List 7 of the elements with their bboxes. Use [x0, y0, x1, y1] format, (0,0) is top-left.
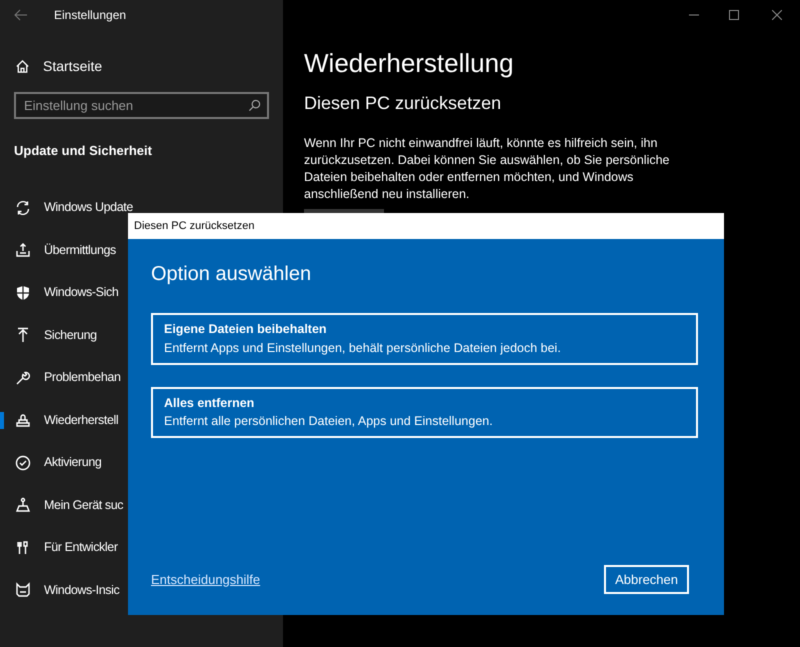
description: Wenn Ihr PC nicht einwandfrei läuft, könnte es hilfreich sein, ihn zurückzusetzen. Dabei können Sie auswählen, ob Sie persönliche Dateien beibehalten oder entfernen möchten, und Windows anschließend neu installieren.: [304, 135, 671, 203]
dialog-title: Diesen PC zurücksetzen: [134, 218, 254, 234]
section-title: Diesen PC zurücksetzen: [304, 92, 502, 115]
window-title: Einstellungen: [54, 7, 126, 24]
page-title: Wiederherstellung: [304, 47, 515, 80]
dialog-heading: Option auswählen: [151, 262, 312, 287]
section-heading: Update und Sicherheit: [13, 142, 153, 160]
